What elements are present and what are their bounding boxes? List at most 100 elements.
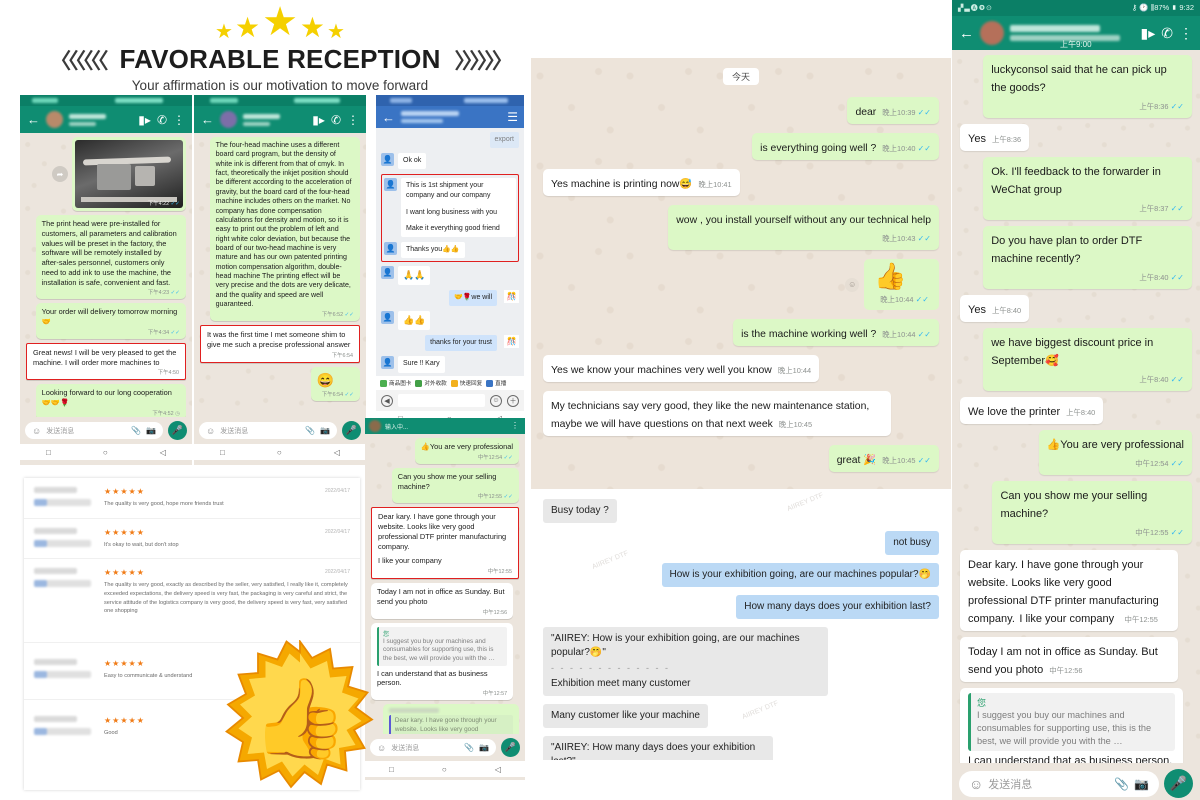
message-input[interactable]: ☺ 发送消息 📎 📷 [959,770,1159,797]
square-icon[interactable]: □ [389,765,394,774]
toolbar-item-payment[interactable]: 对外收款 [415,379,447,387]
message-input[interactable]: ☺ 发送消息 📎 📷 [25,422,163,439]
toolbar-item-quick-reply[interactable]: 快速回复 [450,379,483,387]
mic-icon[interactable]: 🎤 [501,738,520,757]
center-chat-lower[interactable]: AIIREY DTF AIIREY DTF AIIREY DTF AIIREY … [531,489,951,760]
machine-photo[interactable]: 下午4:22 ✓✓ [75,140,183,208]
message-text: Yes [968,133,986,145]
whatsapp-panel-1: ← ▮▸ ✆ ⋮ ➦ 下午4:22 ✓✓ The print head were… [20,95,192,465]
back-arrow-icon[interactable]: ← [382,111,395,124]
panel5-app-bar: ← ▮▸ ✆ ⋮ 上午9:00 [952,16,1200,50]
panel3-app-bar: ← ☰ [376,106,524,128]
message-row-highlighted: Dear kary. I have gone through your webs… [371,507,519,580]
message-input[interactable]: ☺ 发送消息 📎 📷 [199,422,337,439]
mic-icon[interactable]: 🎤 [168,421,187,440]
panel2-composer[interactable]: ☺ 发送消息 📎 📷 🎤 [194,417,366,444]
quick-reply-icon [450,379,458,387]
panel5-messages[interactable]: luckyconsol said that he can pick up the… [952,50,1200,763]
avatar[interactable] [369,420,381,432]
avatar[interactable] [220,111,237,128]
panel5-composer[interactable]: ☺ 发送消息 📎 📷 🎤 [952,763,1200,800]
camera-icon[interactable]: 📷 [1134,777,1149,791]
emoji-react-icon[interactable]: ☺ [845,277,860,292]
avatar[interactable]: 👤 [381,311,394,325]
back-arrow-icon[interactable]: ← [201,113,214,126]
menu-icon[interactable]: ☰ [507,110,518,124]
camera-icon[interactable]: 📷 [320,426,330,435]
phone-icon[interactable]: ✆ [157,113,167,127]
voice-icon[interactable]: ◀ [381,394,393,407]
emoji-icon[interactable]: ☺ [206,426,215,436]
camera-icon[interactable]: 📷 [479,743,489,752]
phone-icon[interactable]: ✆ [1161,25,1173,42]
forward-icon[interactable]: ➦ [52,166,68,182]
panel3-messages[interactable]: export 👤 Ok ok 👤 This is 1st shipment yo… [376,128,524,376]
phone-icon[interactable]: ✆ [331,113,341,127]
avatar[interactable] [980,21,1004,45]
emoji-icon[interactable]: ☺ [377,743,386,753]
triangle-back-icon[interactable]: ◁ [160,448,166,457]
message-input[interactable]: ☺ 发送消息 📎 📷 [370,739,496,756]
more-vertical-icon[interactable]: ⋮ [347,113,359,127]
mic-icon[interactable]: 🎤 [342,421,361,440]
back-arrow-icon[interactable]: ← [959,26,974,41]
avatar[interactable]: 👤 [381,356,394,370]
message-row: How many days does your exhibition last? [543,595,939,620]
emoji-icon[interactable]: ☺ [969,776,983,792]
toolbar-item-product-card[interactable]: 商品图卡 [380,379,411,387]
center-chat-panel[interactable]: 今天 dear 晚上10:39 ✓✓ is everything going we… [531,58,951,760]
avatar[interactable] [46,111,63,128]
status-bar [194,95,366,106]
quoted-message: 您 I suggest you buy our machines and con… [377,626,508,666]
panel1-composer[interactable]: ☺ 发送消息 📎 📷 🎤 [20,417,192,444]
message-text: Busy today ? [543,499,617,524]
more-vertical-icon[interactable]: ⋮ [511,421,519,430]
mic-icon[interactable]: 🎤 [1164,769,1193,798]
emoji-icon[interactable]: ☺ [32,426,41,436]
square-icon[interactable]: □ [220,448,225,457]
message-input[interactable] [398,394,485,407]
panel4-messages[interactable]: 👍You are very professional 中午12:54 ✓✓ Ca… [365,434,525,734]
star-rating: ★★★★★ [104,527,145,537]
more-vertical-icon[interactable]: ⋮ [173,113,185,127]
divider: - - - - - - - - - - - - - [551,663,670,674]
attach-icon[interactable]: 📎 [305,426,315,435]
attach-icon[interactable]: 📎 [1114,777,1129,791]
attach-icon[interactable]: 📎 [464,743,474,752]
video-camera-icon[interactable]: ▮▸ [1141,25,1156,42]
triangle-back-icon[interactable]: ◁ [495,765,501,774]
circle-icon[interactable]: ○ [277,448,282,457]
panel3-toolbar[interactable]: 商品图卡 对外收款 快速回复 直播 [376,376,524,390]
panel1-messages[interactable]: ➦ 下午4:22 ✓✓ The print head were pre-inst… [20,133,192,417]
triangle-back-icon[interactable]: ◁ [334,448,340,457]
message-text: Your order will delivery tomorrow mornin… [41,307,178,327]
toolbar-item-live[interactable]: 直播 [486,379,506,387]
message-row: Yes 上午8:40 [960,295,1192,322]
video-camera-icon[interactable]: ▮▸ [312,113,325,127]
status-bar: ▞▃🅐❾⊙ ⚷ 🕐 ⫼87% ▮ 9:32 [952,0,1200,16]
panel2-messages[interactable]: The four-head machine uses a different b… [194,133,366,417]
message-text: We love the printer [968,406,1061,418]
right-chevrons-icon: 〉〉〉〉〉〉 [454,49,513,73]
circle-icon[interactable]: ○ [442,765,447,774]
avatar[interactable]: 👤 [381,265,394,279]
camera-icon[interactable]: 📷 [146,426,156,435]
quote-text: I suggest you buy our machines and consu… [383,637,495,662]
back-arrow-icon[interactable]: ← [27,113,40,126]
video-camera-icon[interactable]: ▮▸ [138,113,151,127]
square-icon[interactable]: □ [46,448,51,457]
toolbar-label: 快速回复 [459,381,483,387]
avatar[interactable]: 👤 [384,241,397,255]
more-vertical-icon[interactable]: ⋮ [1179,25,1193,42]
avatar[interactable]: 👤 [381,153,394,167]
avatar[interactable]: 👤 [384,178,397,192]
attach-icon[interactable]: 📎 [131,426,141,435]
plus-icon[interactable]: ＋ [507,394,519,407]
emoji-icon[interactable]: ☺ [490,394,502,407]
panel3-composer[interactable]: ◀ ☺ ＋ [376,390,524,411]
panel4-composer[interactable]: ☺ 发送消息 📎 📷 🎤 [365,734,525,761]
poster-header: ★ ★ ★ ★ ★ 〈〈〈〈〈〈 FAVORABLE RECEPTION 〉〉〉… [0,0,560,96]
message-meta: 下午6:54 [331,353,353,359]
circle-icon[interactable]: ○ [103,448,108,457]
ime-hint: 输入中... [385,425,409,431]
